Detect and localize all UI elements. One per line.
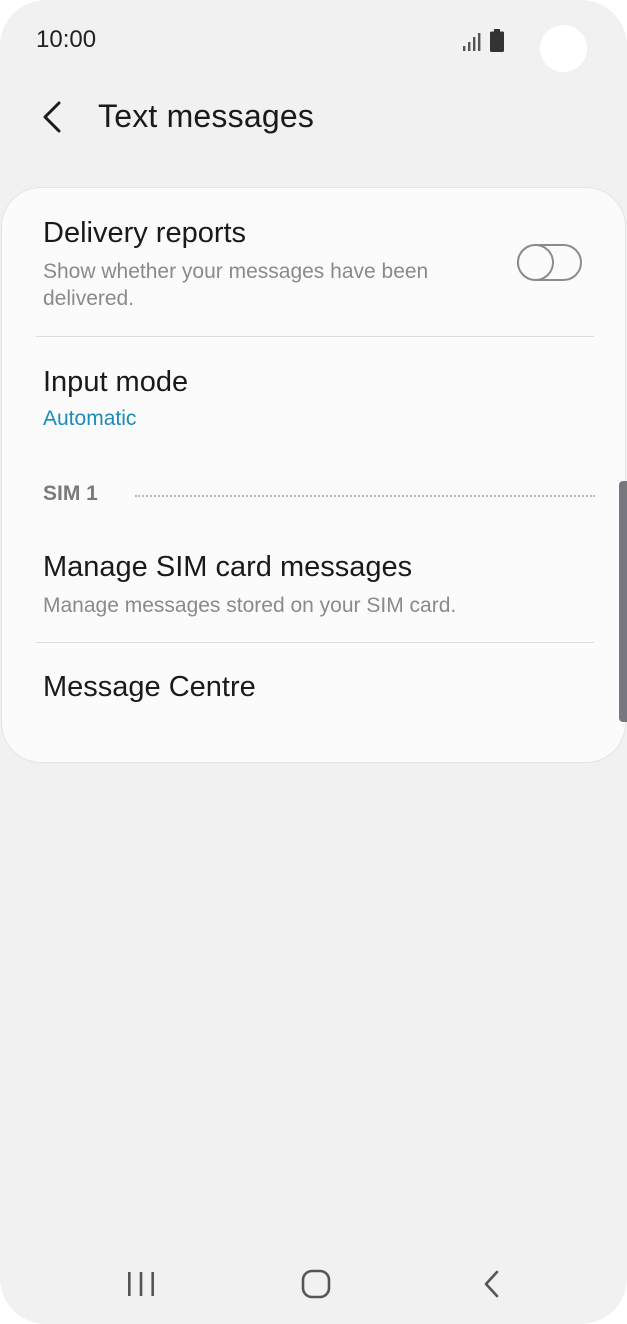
chevron-left-icon <box>43 101 61 133</box>
toggle-knob <box>517 244 554 281</box>
input-mode-value: Automatic <box>43 407 137 430</box>
status-time: 10:00 <box>36 26 97 53</box>
manage-sim-messages-row[interactable]: Manage SIM card messages Manage messages… <box>2 522 625 642</box>
recent-apps-icon <box>128 1272 154 1296</box>
input-mode-title: Input mode <box>43 366 189 398</box>
nav-back-button[interactable] <box>462 1256 522 1312</box>
battery-icon <box>490 29 504 52</box>
manage-sim-messages-title: Manage SIM card messages <box>43 551 413 583</box>
message-centre-title: Message Centre <box>43 671 256 703</box>
back-icon <box>484 1270 499 1298</box>
message-centre-row[interactable]: Message Centre <box>2 643 625 743</box>
delivery-reports-title: Delivery reports <box>43 217 247 249</box>
back-button[interactable] <box>30 95 74 139</box>
signal-icon <box>463 33 481 51</box>
front-camera <box>540 25 587 72</box>
delivery-reports-row[interactable]: Delivery reports Show whether your messa… <box>2 188 625 336</box>
delivery-reports-toggle[interactable] <box>517 244 582 281</box>
page-title: Text messages <box>98 98 315 134</box>
delivery-reports-subtitle: Show whether your messages have been del… <box>43 260 429 310</box>
home-button[interactable] <box>286 1256 346 1312</box>
settings-card: Delivery reports Show whether your messa… <box>1 187 626 763</box>
recent-apps-button[interactable] <box>111 1256 171 1312</box>
phone-screen: 10:00 Text messages Delivery reports Sho… <box>0 0 627 1324</box>
input-mode-row[interactable]: Input mode Automatic <box>2 337 625 467</box>
scrollbar[interactable] <box>619 481 627 722</box>
home-icon <box>301 1269 331 1299</box>
section-header-sim1: SIM 1 <box>43 482 98 505</box>
manage-sim-messages-subtitle: Manage messages stored on your SIM card. <box>43 594 457 617</box>
section-divider <box>135 495 595 497</box>
